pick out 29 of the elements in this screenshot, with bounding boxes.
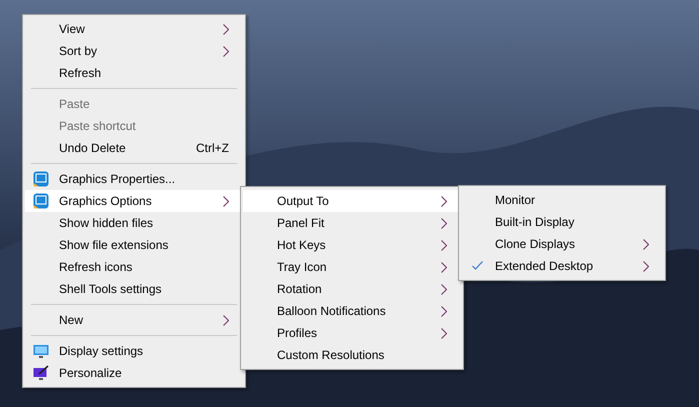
- menu-item[interactable]: Output To: [243, 190, 461, 212]
- graphics-icon: [33, 193, 49, 209]
- monitor-icon: [33, 343, 49, 359]
- menu-item[interactable]: Rotation: [243, 278, 461, 300]
- paint-monitor-icon: [33, 365, 49, 381]
- menu-item[interactable]: Refresh: [25, 62, 243, 84]
- menu-item[interactable]: Graphics Options: [25, 190, 243, 212]
- menu-item[interactable]: New: [25, 309, 243, 331]
- menu-item[interactable]: Show file extensions: [25, 234, 243, 256]
- menu-item[interactable]: Clone Displays: [461, 233, 663, 255]
- menu-item[interactable]: Refresh icons: [25, 256, 243, 278]
- menu-item[interactable]: Shell Tools settings: [25, 278, 243, 300]
- menu-item[interactable]: View: [25, 18, 243, 40]
- menu-item[interactable]: Balloon Notifications: [243, 300, 461, 322]
- menu-item[interactable]: Extended Desktop: [461, 255, 663, 277]
- menu-item[interactable]: Sort by: [25, 40, 243, 62]
- menu-item[interactable]: Panel Fit: [243, 212, 461, 234]
- menu-item[interactable]: Custom Resolutions: [243, 344, 461, 366]
- graphics-icon: [33, 171, 49, 187]
- menu-item[interactable]: Monitor: [461, 189, 663, 211]
- menu-item[interactable]: Undo Delete Ctrl+Z: [25, 137, 243, 159]
- menu-item[interactable]: Personalize: [25, 362, 243, 384]
- menu-item[interactable]: Graphics Properties...: [25, 168, 243, 190]
- menu-item[interactable]: Profiles: [243, 322, 461, 344]
- menu-item[interactable]: Show hidden files: [25, 212, 243, 234]
- menu-item[interactable]: Display settings: [25, 340, 243, 362]
- menu-item[interactable]: Hot Keys: [243, 234, 461, 256]
- menu-item[interactable]: Built-in Display: [461, 211, 663, 233]
- menu-item[interactable]: Tray Icon: [243, 256, 461, 278]
